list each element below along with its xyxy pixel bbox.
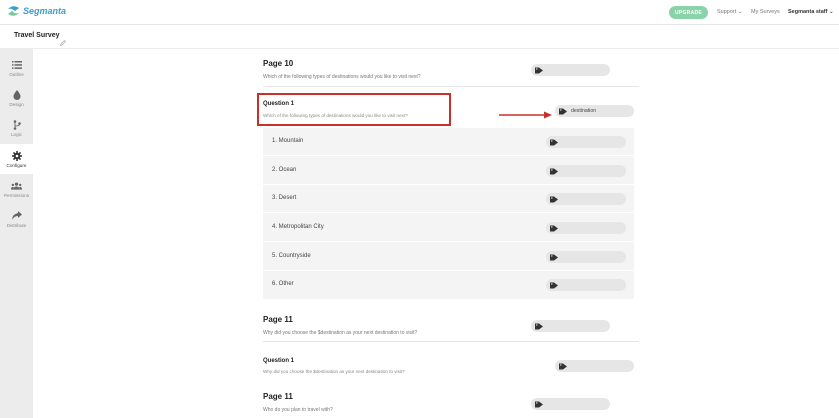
answer-options: 1. Mountain 2. Ocean 3. Desert 4. Metrop… [263, 128, 634, 299]
tag-field-destination[interactable]: destination [555, 105, 634, 117]
page-description: Who do you plan to travel with? [263, 407, 333, 413]
tag-field[interactable] [546, 222, 626, 234]
answer-option-label: 1. Mountain [272, 138, 304, 144]
tag-field[interactable] [546, 279, 626, 291]
user-name: Segmanta staff [788, 9, 828, 15]
sidebar-item-distribute[interactable]: Distribute [0, 204, 33, 234]
chevron-down-icon: ⌄ [828, 9, 834, 15]
tag-icon [559, 363, 567, 370]
tag-icon [550, 225, 558, 232]
tag-icon [550, 254, 558, 261]
answer-option-label: 5. Countryside [272, 253, 311, 259]
users-icon [11, 181, 22, 191]
tag-value: destination [571, 108, 597, 114]
tag-icon [550, 139, 558, 146]
list-icon [11, 60, 22, 70]
sidebar-item-label: Configure [6, 162, 27, 168]
sidebar-item-outline[interactable]: Outline [0, 53, 33, 83]
logo[interactable]: Segmanta [7, 5, 66, 17]
arrow-right-icon [499, 106, 553, 124]
tag-field[interactable] [555, 360, 634, 372]
sidebar: Outline Design Logic Configure Permissio… [0, 49, 33, 418]
support-menu[interactable]: Support ⌄ [717, 9, 742, 15]
chevron-down-icon: ⌄ [737, 9, 743, 15]
page-title: Page 10 [263, 59, 294, 68]
answer-option-row: 2. Ocean [263, 157, 634, 185]
share-icon [11, 211, 22, 221]
answer-option-row: 6. Other [263, 271, 634, 299]
tag-field[interactable] [546, 165, 626, 177]
sidebar-item-design[interactable]: Design [0, 83, 33, 113]
app-name: Segmanta [23, 6, 67, 16]
page-title: Page 11 [263, 315, 293, 324]
tag-icon [550, 196, 558, 203]
answer-option-label: 4. Metropolitan City [272, 224, 324, 230]
answer-option-row: 5. Countryside [263, 243, 634, 271]
tag-field[interactable] [546, 251, 626, 263]
answer-option-row: 4. Metropolitan City [263, 214, 634, 242]
top-bar: Segmanta UPGRADE Support ⌄ My Surveys Se… [0, 0, 839, 25]
tag-field[interactable] [546, 136, 626, 148]
page-description: Why did you choose the $destination as y… [263, 330, 418, 336]
answer-option-label: 3. Desert [272, 195, 297, 201]
tag-icon [550, 282, 558, 289]
tag-field[interactable] [531, 398, 610, 410]
sidebar-item-permissions[interactable]: Permissions [0, 174, 33, 204]
page-description: Which of the following types of destinat… [263, 74, 421, 80]
tag-field[interactable] [531, 320, 610, 332]
gear-icon [11, 150, 22, 161]
answer-option-row: 1. Mountain [263, 128, 634, 156]
droplet-icon [11, 89, 22, 100]
tag-icon [559, 108, 567, 115]
tag-icon [535, 401, 543, 408]
sidebar-item-label: Permissions [3, 192, 30, 198]
sidebar-item-label: Outline [9, 71, 24, 77]
divider [263, 86, 639, 87]
user-menu[interactable]: Segmanta staff ⌄ [788, 9, 834, 15]
sidebar-item-configure[interactable]: Configure [0, 144, 33, 174]
main-content: Page 10 Which of the following types of … [33, 49, 839, 418]
tag-icon [535, 323, 543, 330]
question-title: Question 1 [263, 358, 295, 364]
highlight-box [257, 93, 451, 126]
branch-icon [11, 119, 22, 130]
tag-field[interactable] [546, 193, 626, 205]
tag-field[interactable] [531, 64, 610, 76]
survey-header: Travel Survey [0, 25, 839, 49]
survey-title: Travel Survey [14, 32, 60, 39]
sidebar-item-label: Design [9, 101, 24, 107]
upgrade-button[interactable]: UPGRADE [669, 6, 708, 19]
answer-option-label: 6. Other [272, 281, 294, 287]
logo-icon [7, 5, 20, 17]
tag-icon [535, 67, 543, 74]
sidebar-item-label: Logic [11, 131, 22, 137]
tag-icon [550, 168, 558, 175]
sidebar-item-label: Distribute [6, 222, 27, 228]
answer-option-row: 3. Desert [263, 185, 634, 213]
question-title: Question 1 [263, 101, 295, 107]
divider [263, 341, 639, 342]
page-title: Page 11 [263, 392, 293, 401]
answer-option-label: 2. Ocean [272, 167, 297, 173]
question-description: Which of the following types of destinat… [263, 113, 408, 118]
sidebar-item-logic[interactable]: Logic [0, 113, 33, 143]
support-label: Support [717, 9, 737, 15]
question-description: Why did you choose the $destination as y… [263, 369, 405, 374]
my-surveys-link[interactable]: My Surveys [751, 9, 780, 15]
